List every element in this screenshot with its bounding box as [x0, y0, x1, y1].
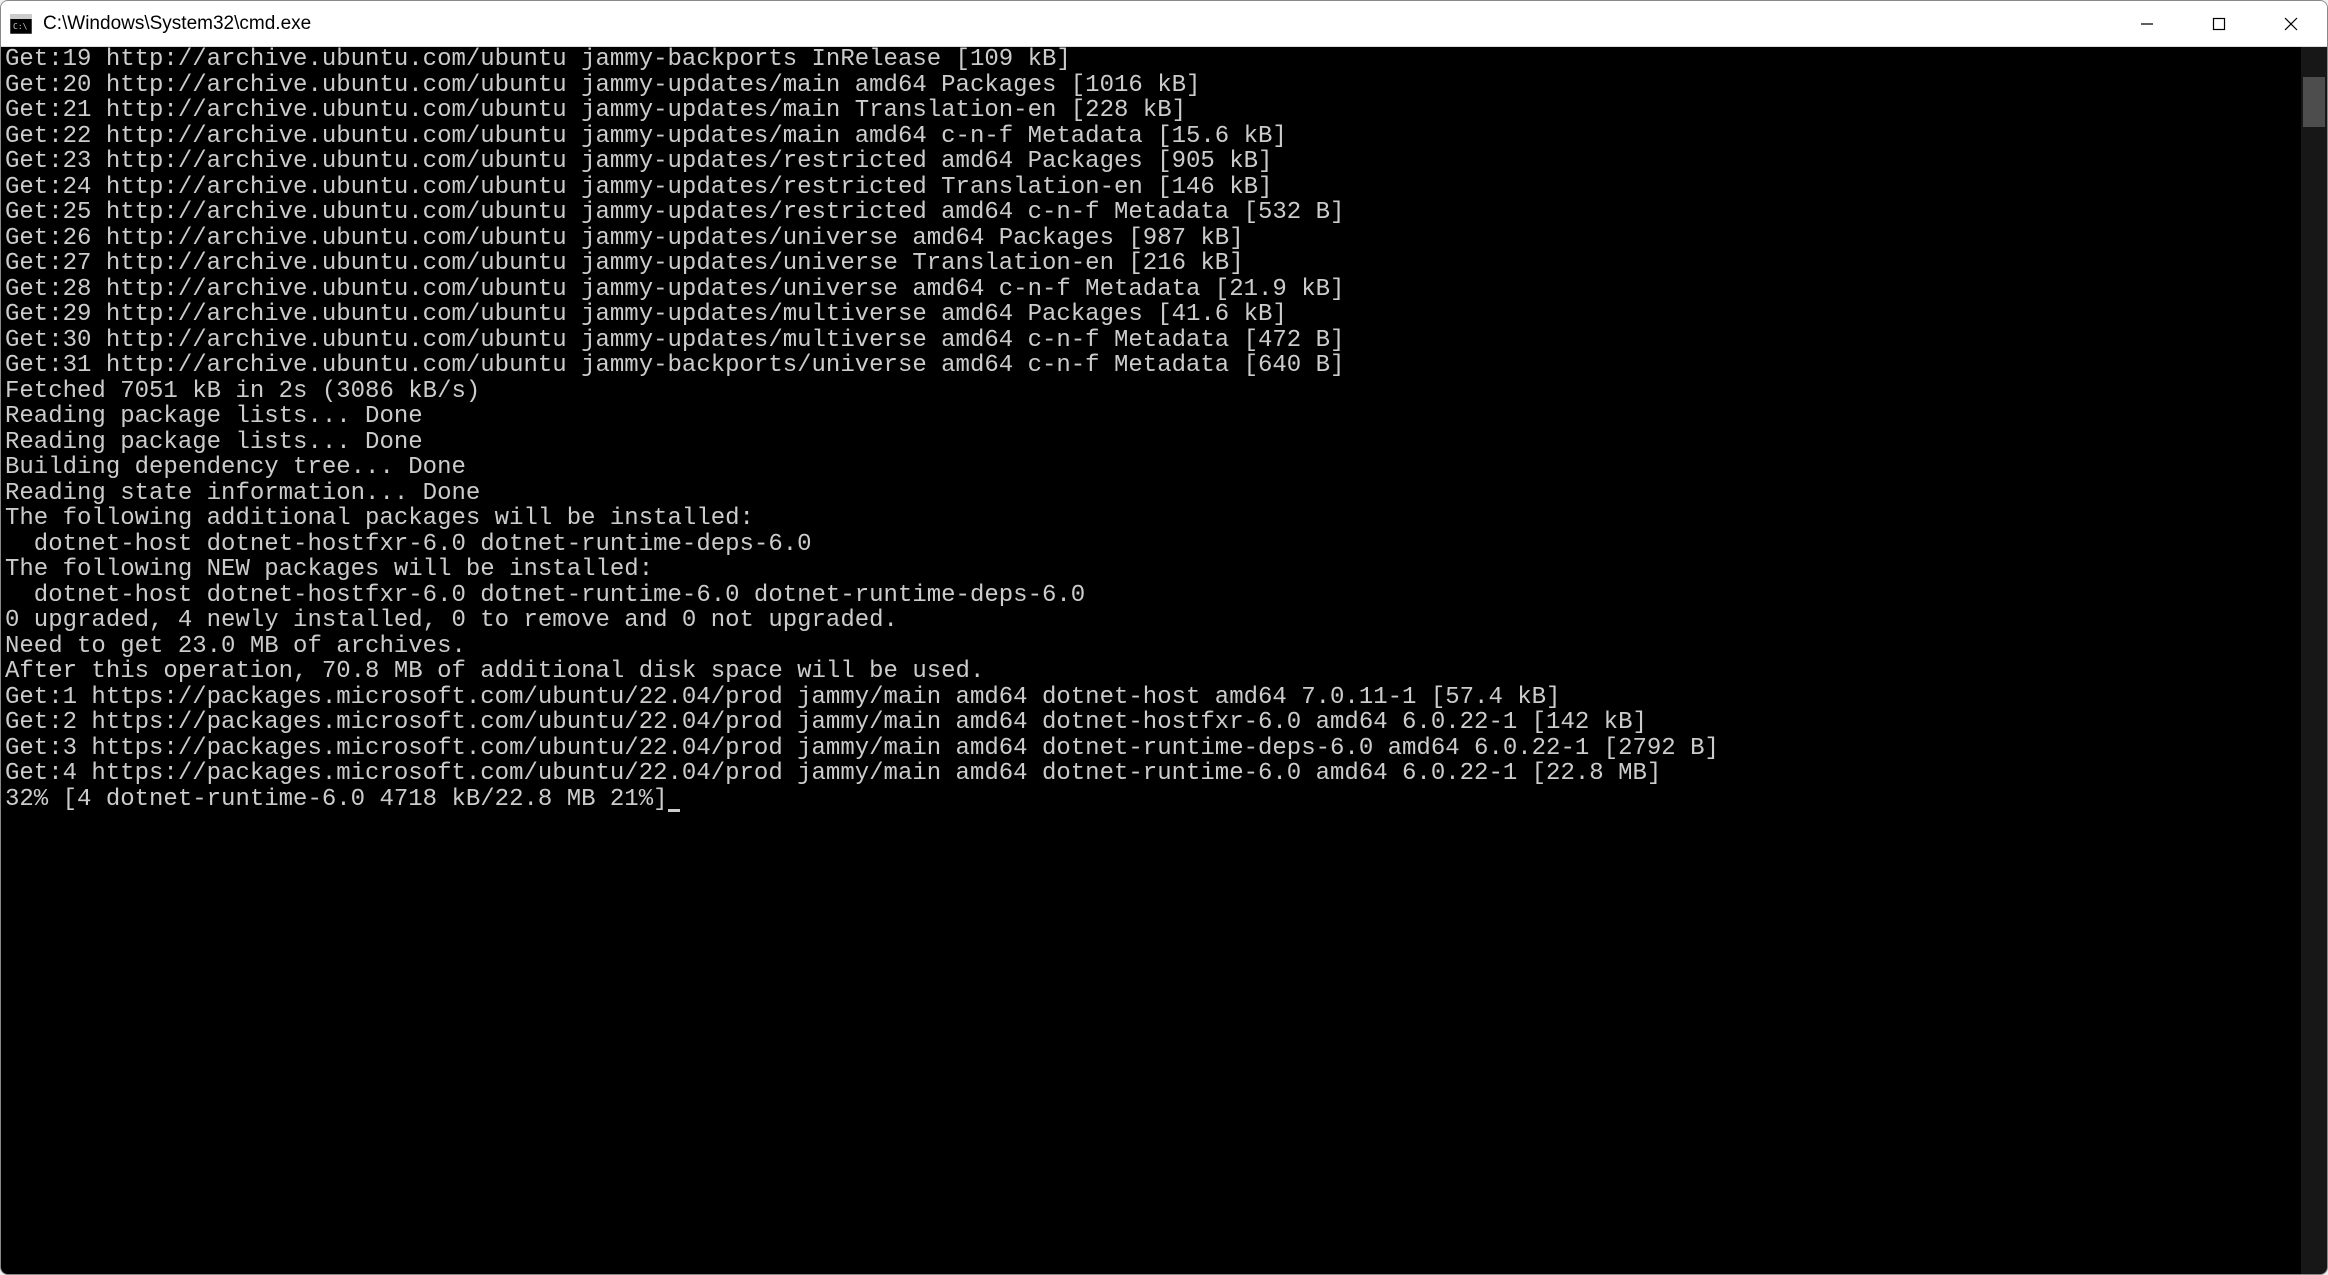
terminal-line: dotnet-host dotnet-hostfxr-6.0 dotnet-ru… — [5, 531, 812, 558]
terminal-line: 0 upgraded, 4 newly installed, 0 to remo… — [5, 607, 898, 634]
terminal-line: Get:21 http://archive.ubuntu.com/ubuntu … — [5, 97, 1186, 124]
close-icon — [2284, 17, 2298, 31]
cmd-window: C:\ C:\Windows\System32\cmd.exe — [0, 0, 2328, 1275]
window-title: C:\Windows\System32\cmd.exe — [43, 13, 2111, 35]
terminal-line: Reading state information... Done — [5, 480, 480, 507]
terminal-line: Get:29 http://archive.ubuntu.com/ubuntu … — [5, 301, 1287, 328]
terminal-line: Building dependency tree... Done — [5, 454, 466, 481]
scrollbar-track[interactable] — [2301, 47, 2327, 1274]
terminal-line: Need to get 23.0 MB of archives. — [5, 633, 466, 660]
window-controls — [2111, 1, 2327, 46]
terminal-line: Get:22 http://archive.ubuntu.com/ubuntu … — [5, 123, 1287, 150]
terminal-line: Get:2 https://packages.microsoft.com/ubu… — [5, 709, 1647, 736]
maximize-icon — [2212, 17, 2226, 31]
terminal-line: Reading package lists... Done — [5, 403, 423, 430]
terminal-line: Get:3 https://packages.microsoft.com/ubu… — [5, 735, 1719, 762]
terminal-line: Get:4 https://packages.microsoft.com/ubu… — [5, 760, 1661, 787]
minimize-icon — [2140, 17, 2154, 31]
terminal-line: Get:23 http://archive.ubuntu.com/ubuntu … — [5, 148, 1272, 175]
terminal-line: dotnet-host dotnet-hostfxr-6.0 dotnet-ru… — [5, 582, 1085, 609]
scrollbar-thumb[interactable] — [2303, 77, 2325, 127]
terminal-line: The following NEW packages will be insta… — [5, 556, 653, 583]
terminal-line: The following additional packages will b… — [5, 505, 754, 532]
terminal-output[interactable]: Get:19 http://archive.ubuntu.com/ubuntu … — [1, 47, 2301, 1274]
terminal-line: Reading package lists... Done — [5, 429, 423, 456]
maximize-button[interactable] — [2183, 1, 2255, 46]
minimize-button[interactable] — [2111, 1, 2183, 46]
close-button[interactable] — [2255, 1, 2327, 46]
terminal-line: Get:28 http://archive.ubuntu.com/ubuntu … — [5, 276, 1344, 303]
terminal-line: Get:25 http://archive.ubuntu.com/ubuntu … — [5, 199, 1344, 226]
svg-text:C:\: C:\ — [13, 22, 28, 31]
terminal-line: Get:20 http://archive.ubuntu.com/ubuntu … — [5, 72, 1200, 99]
terminal-line: 32% [4 dotnet-runtime-6.0 4718 kB/22.8 M… — [5, 786, 668, 813]
terminal-line: Get:26 http://archive.ubuntu.com/ubuntu … — [5, 225, 1244, 252]
terminal-line: Fetched 7051 kB in 2s (3086 kB/s) — [5, 378, 480, 405]
terminal-line: After this operation, 70.8 MB of additio… — [5, 658, 984, 685]
titlebar[interactable]: C:\ C:\Windows\System32\cmd.exe — [1, 1, 2327, 47]
cursor — [668, 792, 680, 812]
terminal-area: Get:19 http://archive.ubuntu.com/ubuntu … — [1, 47, 2327, 1274]
terminal-line: Get:19 http://archive.ubuntu.com/ubuntu … — [5, 47, 1071, 73]
cmd-icon: C:\ — [9, 12, 33, 36]
terminal-line: Get:30 http://archive.ubuntu.com/ubuntu … — [5, 327, 1344, 354]
terminal-line: Get:31 http://archive.ubuntu.com/ubuntu … — [5, 352, 1344, 379]
terminal-line: Get:1 https://packages.microsoft.com/ubu… — [5, 684, 1560, 711]
terminal-line: Get:27 http://archive.ubuntu.com/ubuntu … — [5, 250, 1244, 277]
terminal-line: Get:24 http://archive.ubuntu.com/ubuntu … — [5, 174, 1272, 201]
